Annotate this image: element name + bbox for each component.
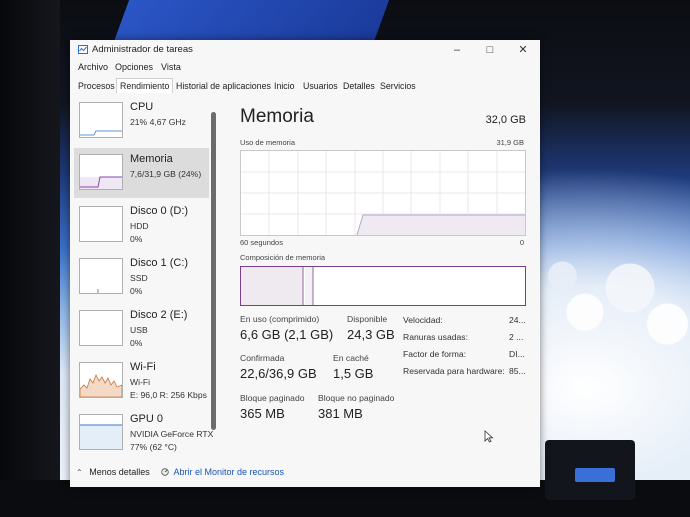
- cpu-thumbnail-graph: [79, 102, 123, 138]
- speed-value: 24...: [509, 315, 526, 325]
- composition-label: Composición de memoria: [240, 253, 326, 262]
- sidebar-item-name: Disco 1 (C:): [130, 257, 189, 269]
- sidebar-item-gpu-0[interactable]: GPU 0 NVIDIA GeForce RTX 77% (62 °C): [74, 408, 213, 458]
- hardware-reserved-label: Reservada para hardware:: [403, 366, 505, 376]
- tab-usuarios[interactable]: Usuarios: [301, 80, 340, 92]
- window-title: Administrador de tareas: [92, 44, 193, 55]
- tab-servicios[interactable]: Servicios: [378, 80, 418, 92]
- sidebar-item-memoria[interactable]: Memoria 7,6/31,9 GB (24%): [74, 148, 209, 198]
- disk-2-thumbnail-graph: [79, 310, 123, 346]
- memory-total: 32,0 GB: [485, 114, 526, 126]
- sidebar-item-name: CPU: [130, 101, 154, 113]
- committed-label: Confirmada: [240, 353, 285, 363]
- page-title: Memoria: [240, 106, 314, 127]
- gpu-thumbnail-graph: [79, 414, 123, 450]
- sidebar-item-wifi[interactable]: Wi-Fi Wi-Fi E: 96,0 R: 256 Kbps: [74, 356, 209, 406]
- sidebar-scrollbar[interactable]: [211, 112, 216, 430]
- background-console: [545, 440, 635, 500]
- available-value: 24,3 GB: [347, 327, 395, 342]
- chevron-up-icon: ⌃: [76, 468, 83, 477]
- sidebar-item-disco-2[interactable]: Disco 2 (E:) USB 0%: [74, 304, 209, 354]
- sidebar-item-disco-1[interactable]: Disco 1 (C:) SSD 0%: [74, 252, 209, 302]
- sidebar-item-usage: 0%: [130, 234, 143, 244]
- memory-thumbnail-graph: [79, 154, 123, 190]
- resource-monitor-link[interactable]: Abrir el Monitor de recursos: [161, 467, 284, 477]
- sidebar-item-detail: 21% 4,67 GHz: [130, 117, 186, 127]
- sidebar-item-model: NVIDIA GeForce RTX: [130, 429, 214, 439]
- hardware-reserved-value: 85...: [509, 366, 526, 376]
- sidebar-item-type: Wi-Fi: [130, 377, 151, 387]
- sidebar-item-name: GPU 0: [130, 413, 164, 425]
- tab-historial[interactable]: Historial de aplicaciones: [174, 80, 273, 92]
- resource-monitor-icon: [161, 468, 169, 476]
- nonpaged-pool-label: Bloque no paginado: [318, 393, 395, 403]
- sidebar-item-type: USB: [130, 325, 148, 335]
- disk-1-thumbnail-graph: [79, 258, 123, 294]
- sidebar-item-detail: 7,6/31,9 GB (24%): [130, 169, 202, 179]
- tab-procesos[interactable]: Procesos: [76, 80, 117, 92]
- committed-value: 22,6/36,9 GB: [240, 366, 317, 381]
- sidebar-item-name: Wi-Fi: [130, 361, 156, 373]
- sidebar-item-usage: 0%: [130, 286, 143, 296]
- mouse-cursor-icon: [484, 430, 494, 443]
- usage-chart-max: 31,9 GB: [496, 138, 524, 147]
- usage-chart-label: Uso de memoria: [240, 138, 296, 147]
- minimize-button[interactable]: –: [445, 42, 469, 58]
- sidebar-item-type: SSD: [130, 273, 148, 283]
- in-use-value: 6,6 GB (2,1 GB): [240, 327, 334, 342]
- close-button[interactable]: ✕: [511, 42, 535, 58]
- cached-label: En caché: [333, 353, 369, 363]
- form-factor-label: Factor de forma:: [403, 349, 467, 359]
- menu-opciones[interactable]: Opciones: [115, 62, 153, 72]
- sidebar-item-name: Disco 0 (D:): [130, 205, 189, 217]
- chart-time-min: 0: [519, 238, 524, 247]
- slots-label: Ranuras usadas:: [403, 332, 468, 342]
- resource-sidebar: CPU 21% 4,67 GHz Memoria 7,6/31,9 GB (24…: [74, 96, 213, 464]
- sidebar-item-type: HDD: [130, 221, 149, 231]
- tab-rendimiento[interactable]: Rendimiento: [116, 78, 174, 93]
- sidebar-item-usage: 0%: [130, 338, 143, 348]
- paged-pool-value: 365 MB: [240, 406, 285, 421]
- wifi-thumbnail-graph: [79, 362, 123, 398]
- disk-0-thumbnail-graph: [79, 206, 123, 242]
- sidebar-item-cpu[interactable]: CPU 21% 4,67 GHz: [74, 96, 209, 146]
- less-details-label: Menos detalles: [89, 467, 150, 477]
- tab-bar: Procesos Rendimiento Historial de aplica…: [70, 78, 540, 94]
- footer-bar: ⌃ Menos detalles Abrir el Monitor de rec…: [70, 462, 540, 486]
- menu-bar: Archivo Opciones Vista: [70, 60, 540, 76]
- memory-detail-panel: Memoria 32,0 GB Uso de memoria 31,9 GB 6…: [220, 96, 538, 464]
- tab-inicio[interactable]: Inicio: [272, 80, 297, 92]
- task-manager-window: Administrador de tareas – □ ✕ Archivo Op…: [70, 40, 540, 487]
- sidebar-item-disco-0[interactable]: Disco 0 (D:) HDD 0%: [74, 200, 209, 250]
- sidebar-item-name: Disco 2 (E:): [130, 309, 188, 321]
- speed-label: Velocidad:: [403, 315, 443, 325]
- form-factor-value: DI...: [509, 349, 525, 359]
- background-clouds: [540, 240, 690, 360]
- background-dark-edge: [0, 0, 60, 517]
- nonpaged-pool-value: 381 MB: [318, 406, 363, 421]
- maximize-button[interactable]: □: [478, 42, 502, 58]
- less-details-button[interactable]: ⌃ Menos detalles: [76, 467, 150, 477]
- chart-time-label: 60 segundos: [240, 238, 283, 247]
- task-manager-icon: [78, 45, 88, 54]
- menu-vista[interactable]: Vista: [161, 62, 181, 72]
- tab-detalles[interactable]: Detalles: [341, 80, 377, 92]
- menu-archivo[interactable]: Archivo: [78, 62, 108, 72]
- available-label: Disponible: [347, 314, 388, 324]
- slots-value: 2 ...: [509, 332, 524, 342]
- sidebar-item-usage: 77% (62 °C): [130, 442, 177, 452]
- title-bar[interactable]: Administrador de tareas – □ ✕: [70, 40, 540, 60]
- paged-pool-label: Bloque paginado: [240, 393, 305, 403]
- memory-composition-bar: [240, 266, 526, 306]
- sidebar-item-throughput: E: 96,0 R: 256 Kbps: [130, 390, 207, 400]
- resource-monitor-label: Abrir el Monitor de recursos: [173, 467, 285, 477]
- in-use-label: En uso (comprimido): [240, 314, 320, 324]
- sidebar-item-name: Memoria: [130, 153, 173, 165]
- memory-usage-chart: [240, 150, 526, 236]
- cached-value: 1,5 GB: [333, 366, 374, 381]
